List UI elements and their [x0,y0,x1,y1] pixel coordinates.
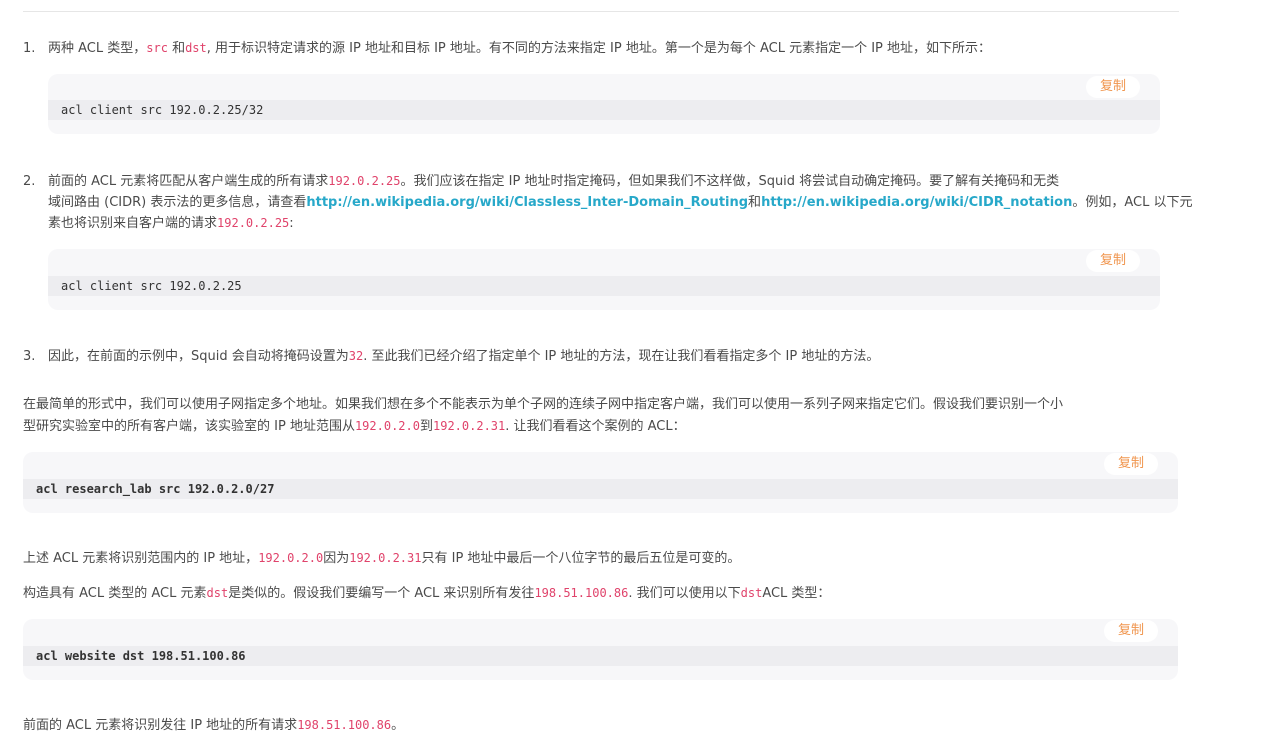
text-segment: . 让我们看看这个案例的 ACL： [505,419,686,434]
text-segment: 只有 IP 地址中最后一个八位字节的最后五位是可变的。 [421,551,741,566]
paragraph: 在最简单的形式中，我们可以使用子网指定多个地址。如果我们想在多个不能表示为单个子… [23,397,1064,412]
text-segment: . 至此我们已经介绍了指定单个 IP 地址的方法，现在让我们看看指定多个 IP … [363,349,880,364]
wiki-link-cidr-notation[interactable]: http://en.wikipedia.org/wiki/CIDR_notati… [761,195,1072,210]
inline-code: dst [206,586,229,600]
text-segment: 型研究实验室中的所有客户端，该实验室的 IP 地址范围从 [23,419,355,434]
text-segment: , 用于标识特定请求的源 IP 地址和目标 IP 地址。有不同的方法来指定 IP… [206,41,992,56]
code-block: acl client src 192.0.2.25/32 复制 [48,74,1160,134]
text-segment: 域间路由 (CIDR) 表示法的更多信息，请查看 [48,195,307,210]
text-segment: 和 [167,41,186,56]
copy-button[interactable]: 复制 [1086,250,1140,272]
code-line: acl website dst 198.51.100.86 [36,649,246,663]
inline-code: src [146,41,168,55]
inline-code: 192.0.2.0 [258,551,324,565]
inline-code: 32 [348,349,364,363]
inline-code: 192.0.2.31 [349,551,422,565]
list-number: 3. [23,349,36,364]
list-item-text: 两种 ACL 类型，src 和dst, 用于标识特定请求的源 IP 地址和目标 … [48,38,991,59]
inline-code: 192.0.2.25 [328,174,401,188]
text-segment: 前面的 ACL 元素将匹配从客户端生成的所有请求 [48,174,329,189]
copy-button[interactable]: 复制 [1104,453,1158,475]
text-segment: 和 [748,195,762,210]
inline-code: 192.0.2.31 [433,419,506,433]
paragraph: 构造具有 ACL 类型的 ACL 元素dst是类似的。假设我们要编写一个 ACL… [23,583,830,604]
text-segment: 两种 ACL 类型， [48,41,147,56]
text-segment: 前面的 ACL 元素将识别发往 IP 地址的所有请求 [23,718,298,733]
inline-code: 198.51.100.86 [534,586,629,600]
text-segment: 因此，在前面的示例中，Squid 会自动将掩码设置为 [48,349,349,364]
paragraph: 上述 ACL 元素将识别范围内的 IP 地址，192.0.2.0因为192.0.… [23,548,740,569]
inline-code: dst [185,41,207,55]
paragraph: 型研究实验室中的所有客户端，该实验室的 IP 地址范围从192.0.2.0到19… [23,416,686,437]
list-item-text: 素也将识别来自客户端的请求192.0.2.25: [48,213,294,234]
list-number: 2. [23,174,36,189]
text-segment: 到 [419,419,433,434]
top-divider [23,11,1179,12]
paragraph: 前面的 ACL 元素将识别发往 IP 地址的所有请求198.51.100.86。 [23,715,404,736]
copy-button[interactable]: 复制 [1104,620,1158,642]
inline-code: 192.0.2.25 [217,216,290,230]
text-segment: . 我们可以使用以下 [628,586,741,601]
code-line: acl client src 192.0.2.25/32 [61,103,264,117]
text-segment: 是类似的。假设我们要编写一个 ACL 来识别所有发往 [228,586,535,601]
list-item-text: 域间路由 (CIDR) 表示法的更多信息，请查看http://en.wikipe… [48,192,1192,213]
wiki-link-cidr-routing[interactable]: http://en.wikipedia.org/wiki/Classless_I… [306,195,748,210]
text-segment: 。 [391,718,405,733]
copy-button[interactable]: 复制 [1086,76,1140,98]
code-line: acl client src 192.0.2.25 [61,279,242,293]
inline-code: dst [740,586,763,600]
text-segment: : [289,216,294,231]
list-item-text: 前面的 ACL 元素将匹配从客户端生成的所有请求192.0.2.25。我们应该在… [48,171,1059,192]
text-segment: 上述 ACL 元素将识别范围内的 IP 地址， [23,551,259,566]
code-block: acl research_lab src 192.0.2.0/27 复制 [23,452,1178,513]
code-block: acl client src 192.0.2.25 复制 [48,249,1160,310]
code-block: acl website dst 198.51.100.86 复制 [23,619,1178,680]
text-segment: 因为 [323,551,350,566]
text-segment: 。例如，ACL 以下元 [1072,195,1193,210]
text-segment: 构造具有 ACL 类型的 ACL 元素 [23,586,207,601]
list-item-text: 因此，在前面的示例中，Squid 会自动将掩码设置为32. 至此我们已经介绍了指… [48,346,879,367]
code-line: acl research_lab src 192.0.2.0/27 [36,482,275,496]
inline-code: 198.51.100.86 [297,718,392,732]
text-segment: 。我们应该在指定 IP 地址时指定掩码，但如果我们不这样做，Squid 将尝试自… [400,174,1060,189]
text-segment: 素也将识别来自客户端的请求 [48,216,218,231]
inline-code: 192.0.2.0 [354,419,420,433]
text-segment: ACL 类型： [762,586,831,601]
list-number: 1. [23,41,36,56]
